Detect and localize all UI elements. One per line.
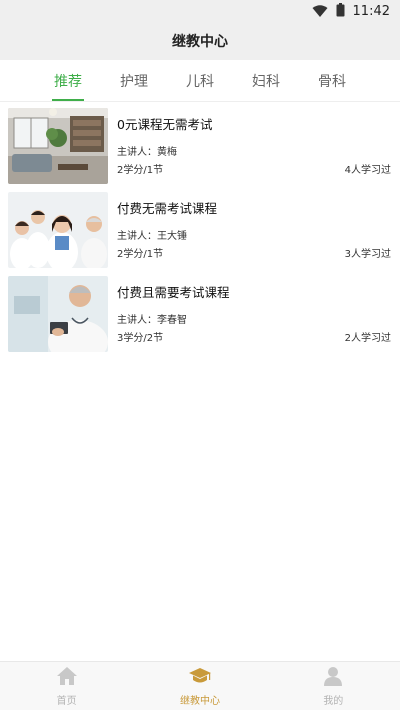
course-list: 0元课程无需考试 主讲人：黄梅 2学分/1节 4人学习过 付费无需考试课程 主讲… [0, 104, 400, 356]
course-item[interactable]: 付费无需考试课程 主讲人：王大锤 2学分/1节 3人学习过 [0, 188, 400, 272]
nav-profile[interactable]: 我的 [267, 662, 400, 710]
living-room-image [8, 108, 108, 184]
course-title: 付费且需要考试课程 [117, 285, 230, 300]
tab-label: 儿科 [186, 74, 214, 90]
header: 继教中心 [0, 22, 400, 60]
medical-team-image [8, 192, 108, 268]
user-icon [323, 666, 343, 690]
bottom-navigation: 首页 继教中心 我的 [0, 661, 400, 710]
course-item[interactable]: 付费且需要考试课程 主讲人：李春智 3学分/2节 2人学习过 [0, 272, 400, 356]
doctor-tablet-image [8, 276, 108, 352]
graduation-cap-icon [188, 666, 212, 690]
nav-label: 继教中心 [179, 695, 220, 707]
nav-label: 首页 [56, 695, 77, 707]
course-learners: 3人学习过 [344, 249, 391, 260]
wifi-icon [312, 2, 328, 21]
course-credits: 3学分/2节 [117, 333, 164, 344]
home-icon [56, 666, 78, 690]
tab-nursing[interactable]: 护理 [118, 60, 150, 102]
status-bar: 11:42 [0, 0, 400, 22]
tab-label: 护理 [120, 74, 148, 90]
nav-home[interactable]: 首页 [0, 662, 133, 710]
tab-pediatrics[interactable]: 儿科 [184, 60, 216, 102]
course-learners: 2人学习过 [344, 333, 391, 344]
tab-orthopedics[interactable]: 骨科 [316, 60, 348, 102]
course-learners: 4人学习过 [344, 165, 391, 176]
course-lecturer: 主讲人：王大锤 [117, 231, 187, 242]
tab-label: 骨科 [318, 74, 346, 90]
tab-label: 妇科 [252, 74, 280, 90]
nav-label: 我的 [323, 695, 344, 707]
course-lecturer: 主讲人：李春智 [117, 315, 187, 326]
nav-continuing-education[interactable]: 继教中心 [133, 662, 266, 710]
course-credits: 2学分/1节 [117, 249, 164, 260]
battery-icon [336, 2, 345, 21]
course-title: 0元课程无需考试 [117, 117, 213, 132]
tab-recommended[interactable]: 推荐 [52, 60, 84, 102]
course-lecturer: 主讲人：黄梅 [117, 147, 177, 158]
tab-gynecology[interactable]: 妇科 [250, 60, 282, 102]
course-credits: 2学分/1节 [117, 165, 164, 176]
course-title: 付费无需考试课程 [117, 201, 218, 216]
page-title: 继教中心 [172, 34, 228, 50]
tab-label: 推荐 [54, 74, 82, 90]
course-item[interactable]: 0元课程无需考试 主讲人：黄梅 2学分/1节 4人学习过 [0, 104, 400, 188]
status-time: 11:42 [352, 3, 390, 19]
category-tabs: 推荐 护理 儿科 妇科 骨科 [0, 60, 400, 102]
